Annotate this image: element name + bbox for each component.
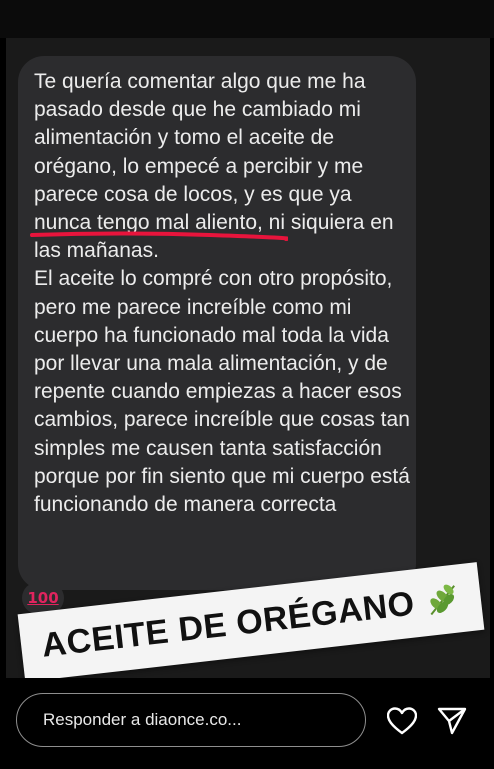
heart-icon[interactable] [386,705,418,737]
message-text: Te quería comentar algo que me ha pasado… [34,68,414,519]
reply-placeholder: Responder a diaonce.co... [43,710,242,729]
send-icon[interactable] [436,705,468,737]
paragraph-1-start: Te quería comentar algo que me ha pasado… [34,70,366,206]
reply-input[interactable]: Responder a diaonce.co... [16,693,366,747]
message-paragraph-2: El aceite lo compré con otro propósito, … [34,267,410,517]
story-top-bar [0,0,494,38]
red-underline-mark [30,231,288,241]
herb-leaf-icon [430,584,456,616]
